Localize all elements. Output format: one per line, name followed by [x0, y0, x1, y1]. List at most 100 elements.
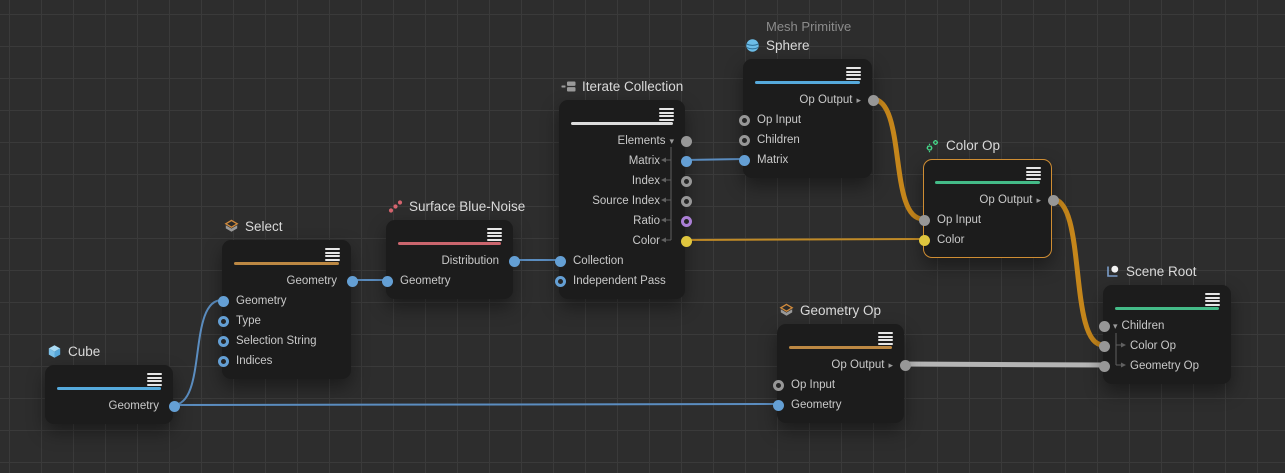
port-rows: GeometryGeometryTypeSelection StringIndi… — [223, 271, 350, 371]
node-title-text: Cube — [68, 344, 100, 359]
port-label: Geometry — [791, 395, 842, 415]
port-label: Index — [632, 171, 660, 191]
port-row-children: Children — [744, 130, 871, 150]
geometry-op-input-port[interactable] — [1099, 361, 1110, 372]
node-sphere[interactable]: Op Output▸Op InputChildrenMatrix — [743, 59, 872, 178]
menu-icon[interactable] — [487, 228, 502, 242]
color-op-input-port[interactable] — [1099, 341, 1110, 352]
port-row-color: Color — [560, 231, 684, 251]
node-title-text: Iterate Collection — [582, 79, 683, 94]
port-label: Matrix — [629, 151, 660, 171]
op-input-input-port[interactable] — [739, 115, 750, 126]
port-label: Color — [633, 231, 660, 251]
node-scene-root[interactable]: ▾ChildrenColor OpGeometry Op — [1103, 285, 1231, 384]
geometry-output-port[interactable] — [347, 276, 358, 287]
port-row-elements: Elements▾ — [560, 131, 684, 151]
port-row-color: Color — [924, 230, 1051, 250]
geometry-input-port[interactable] — [382, 276, 393, 287]
context-label-sphere: Mesh Primitive — [766, 19, 851, 34]
expand-ports-icon[interactable]: ▸ — [856, 90, 861, 110]
menu-icon[interactable] — [1026, 167, 1041, 181]
node-color-op[interactable]: Op Output▸Op InputColor — [923, 159, 1052, 258]
port-label: Op Output — [979, 190, 1032, 210]
port-label: Color Op — [1130, 336, 1176, 356]
node-title-color-op: Color Op — [925, 137, 1000, 154]
selection-string-input-port[interactable] — [218, 336, 229, 347]
collapse-ports-icon[interactable]: ▾ — [669, 131, 674, 151]
port-label: Distribution — [441, 251, 499, 271]
wire-geometry-op-output-to-scene-root-geometry-op[interactable] — [904, 364, 1103, 365]
menu-icon[interactable] — [846, 67, 861, 81]
collection-icon — [561, 79, 576, 94]
port-row-index: Index — [560, 171, 684, 191]
port-label: Op Output — [831, 355, 884, 375]
matrix-output-port[interactable] — [681, 156, 692, 167]
collapse-ports-icon[interactable]: ▾ — [1113, 316, 1118, 336]
port-row-op-input: Op Input — [778, 375, 903, 395]
ratio-output-port[interactable] — [681, 216, 692, 227]
menu-icon[interactable] — [325, 248, 340, 262]
distribution-output-port[interactable] — [509, 256, 520, 267]
indices-input-port[interactable] — [218, 356, 229, 367]
geometry-input-port[interactable] — [218, 296, 229, 307]
collection-input-port[interactable] — [555, 256, 566, 267]
op-output-output-port[interactable] — [868, 95, 879, 106]
menu-icon[interactable] — [659, 108, 674, 122]
port-row-matrix: Matrix — [560, 151, 684, 171]
port-row-distribution: Distribution — [387, 251, 512, 271]
node-select[interactable]: GeometryGeometryTypeSelection StringIndi… — [222, 240, 351, 379]
menu-icon[interactable] — [1205, 293, 1220, 307]
index-output-port[interactable] — [681, 176, 692, 187]
geometry-input-port[interactable] — [773, 400, 784, 411]
port-row-op-output: Op Output▸ — [924, 190, 1051, 210]
port-row-op-output: Op Output▸ — [778, 355, 903, 375]
node-title-text: Geometry Op — [800, 303, 881, 318]
children-input-port[interactable] — [1099, 321, 1110, 332]
source-index-output-port[interactable] — [681, 196, 692, 207]
wire-matrix-to-sphere-matrix[interactable] — [685, 159, 743, 160]
node-cube[interactable]: Geometry — [45, 365, 173, 424]
node-title-text: Color Op — [946, 138, 1000, 153]
port-label: Geometry — [236, 291, 287, 311]
menu-icon[interactable] — [147, 373, 162, 387]
wire-color-to-color-op-color[interactable] — [685, 239, 923, 240]
menu-icon[interactable] — [878, 332, 893, 346]
port-row-geometry: Geometry — [223, 291, 350, 311]
op-output-output-port[interactable] — [900, 360, 911, 371]
wire-sphere-op-output-to-color-op-input[interactable] — [872, 99, 923, 219]
select-icon — [224, 219, 239, 234]
select-icon — [779, 303, 794, 318]
wire-color-op-output-to-scene-root-color-op[interactable] — [1052, 199, 1103, 345]
children-input-port[interactable] — [739, 135, 750, 146]
node-accent-bar — [234, 262, 339, 265]
op-input-input-port[interactable] — [773, 380, 784, 391]
port-row-op-input: Op Input — [924, 210, 1051, 230]
port-rows: Op Output▸Op InputGeometry — [778, 355, 903, 415]
port-row-ratio: Ratio — [560, 211, 684, 231]
op-input-input-port[interactable] — [919, 215, 930, 226]
type-input-port[interactable] — [218, 316, 229, 327]
port-rows: Op Output▸Op InputChildrenMatrix — [744, 90, 871, 170]
port-label: Color — [937, 230, 964, 250]
expand-ports-icon[interactable]: ▸ — [888, 355, 893, 375]
node-title-select: Select — [224, 218, 283, 235]
node-geometry-op[interactable]: Op Output▸Op InputGeometry — [777, 324, 904, 423]
port-row-geometry: Geometry — [223, 271, 350, 291]
geometry-output-port[interactable] — [169, 401, 180, 412]
color-op-icon — [925, 138, 940, 153]
node-graph-canvas[interactable]: Cube Geometry Select GeometryGeometryTypeSe… — [0, 0, 1285, 473]
color-output-port[interactable] — [681, 236, 692, 247]
node-surface-blue-noise[interactable]: DistributionGeometry — [386, 220, 513, 299]
expand-ports-icon[interactable]: ▸ — [1036, 190, 1041, 210]
op-output-output-port[interactable] — [1048, 195, 1059, 206]
matrix-input-port[interactable] — [739, 155, 750, 166]
cube-icon — [47, 344, 62, 359]
wire-cube-geometry-to-geometry-op-geometry[interactable] — [173, 404, 777, 405]
port-label: Ratio — [633, 211, 660, 231]
wire-cube-geometry-to-select-geometry[interactable] — [173, 300, 222, 405]
noise-icon — [388, 199, 403, 214]
elements-output-port[interactable] — [681, 136, 692, 147]
independent-pass-input-port[interactable] — [555, 276, 566, 287]
sphere-icon — [745, 38, 760, 53]
color-input-port[interactable] — [919, 235, 930, 246]
